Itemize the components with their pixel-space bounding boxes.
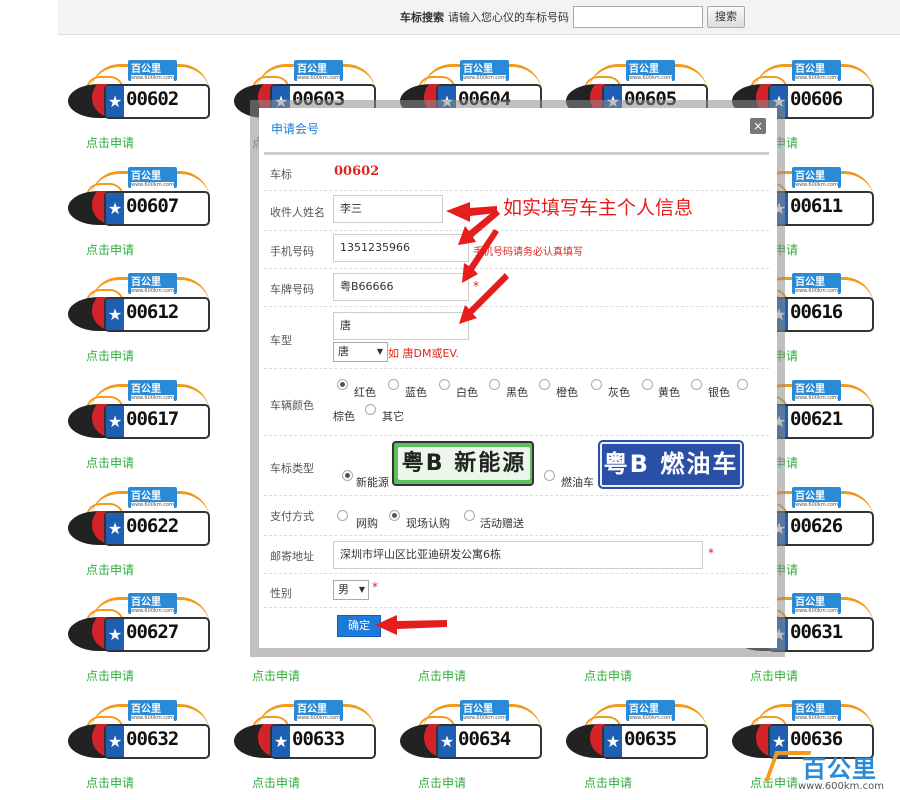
site-logo: 百公里 www.600km.com <box>764 745 898 797</box>
logo-url: www.600km.com <box>798 781 884 792</box>
arrow-confirm <box>375 615 447 635</box>
logo-text: 百公里 <box>802 755 877 783</box>
arrow-model <box>459 273 509 324</box>
annotation-arrows <box>375 202 509 635</box>
